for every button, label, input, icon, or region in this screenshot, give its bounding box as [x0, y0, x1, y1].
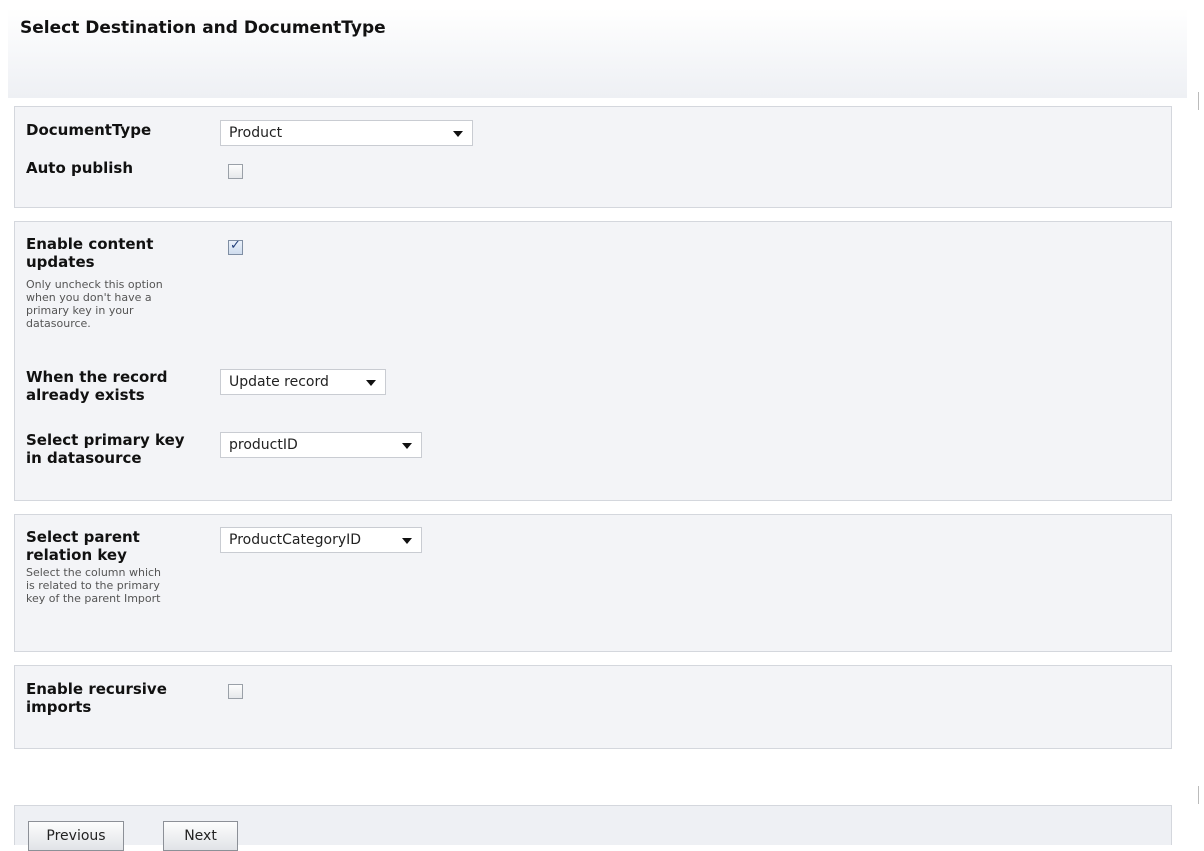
- enable-content-updates-help: Only uncheck this option when you don't …: [26, 278, 226, 330]
- label-line: updates: [26, 253, 95, 271]
- right-edge: [1196, 0, 1204, 845]
- chevron-down-icon: [402, 443, 412, 449]
- record-exists-select[interactable]: Update record: [220, 369, 386, 395]
- help-line: key of the parent Import: [26, 592, 161, 605]
- recursive-imports-label: Enable recursive imports: [26, 680, 167, 716]
- recursive-imports-panel: Enable recursive imports: [14, 665, 1172, 749]
- primary-key-select[interactable]: productID: [220, 432, 422, 458]
- help-line: datasource.: [26, 317, 91, 330]
- help-line: when you don't have a: [26, 291, 152, 304]
- help-line: primary key in your: [26, 304, 134, 317]
- content-updates-panel: Enable content updates Only uncheck this…: [14, 221, 1172, 501]
- help-line: Select the column which: [26, 566, 162, 579]
- edge-tick: [1198, 92, 1199, 110]
- auto-publish-label: Auto publish: [26, 159, 134, 177]
- enable-content-updates-label: Enable content updates: [26, 235, 153, 271]
- auto-publish-checkbox[interactable]: [228, 164, 243, 179]
- check-icon: ✓: [230, 238, 241, 253]
- page-header: Select Destination and DocumentType: [8, 8, 1187, 98]
- document-type-label: DocumentType: [26, 121, 152, 139]
- chevron-down-icon: [453, 131, 463, 137]
- primary-key-value: productID: [229, 437, 298, 453]
- chevron-down-icon: [402, 538, 412, 544]
- help-line: is related to the primary: [26, 579, 160, 592]
- label-line: Enable recursive: [26, 680, 167, 698]
- parent-relation-select[interactable]: ProductCategoryID: [220, 527, 422, 553]
- edge-tick: [1198, 786, 1199, 804]
- next-button[interactable]: Next: [163, 821, 238, 851]
- label-line: When the record: [26, 368, 168, 386]
- document-type-select[interactable]: Product: [220, 120, 473, 146]
- enable-content-updates-checkbox[interactable]: ✓: [228, 238, 243, 255]
- record-exists-label: When the record already exists: [26, 368, 167, 404]
- page-title: Select Destination and DocumentType: [20, 18, 386, 38]
- chevron-down-icon: [366, 380, 376, 386]
- parent-relation-panel: Select parent relation key Select the co…: [14, 514, 1172, 652]
- import-wizard-page: Select Destination and DocumentType Docu…: [0, 0, 1204, 851]
- label-line: Select primary key: [26, 431, 185, 449]
- label-line: in datasource: [26, 449, 142, 467]
- record-exists-value: Update record: [229, 374, 329, 390]
- document-type-panel: DocumentType Product Auto publish: [14, 106, 1172, 208]
- label-line: imports: [26, 698, 92, 716]
- label-line: already exists: [26, 386, 145, 404]
- label-line: relation key: [26, 546, 127, 564]
- previous-button[interactable]: Previous: [28, 821, 124, 851]
- label-line: Select parent: [26, 528, 140, 546]
- help-line: Only uncheck this option: [26, 278, 163, 291]
- primary-key-label: Select primary key in datasource: [26, 431, 185, 467]
- document-type-value: Product: [229, 125, 283, 141]
- label-line: Enable content: [26, 235, 154, 253]
- recursive-imports-checkbox[interactable]: [228, 684, 243, 699]
- button-bar: Previous Next: [14, 805, 1172, 851]
- parent-relation-help: Select the column which is related to th…: [26, 566, 226, 605]
- parent-relation-label: Select parent relation key: [26, 528, 140, 564]
- parent-relation-value: ProductCategoryID: [229, 532, 362, 548]
